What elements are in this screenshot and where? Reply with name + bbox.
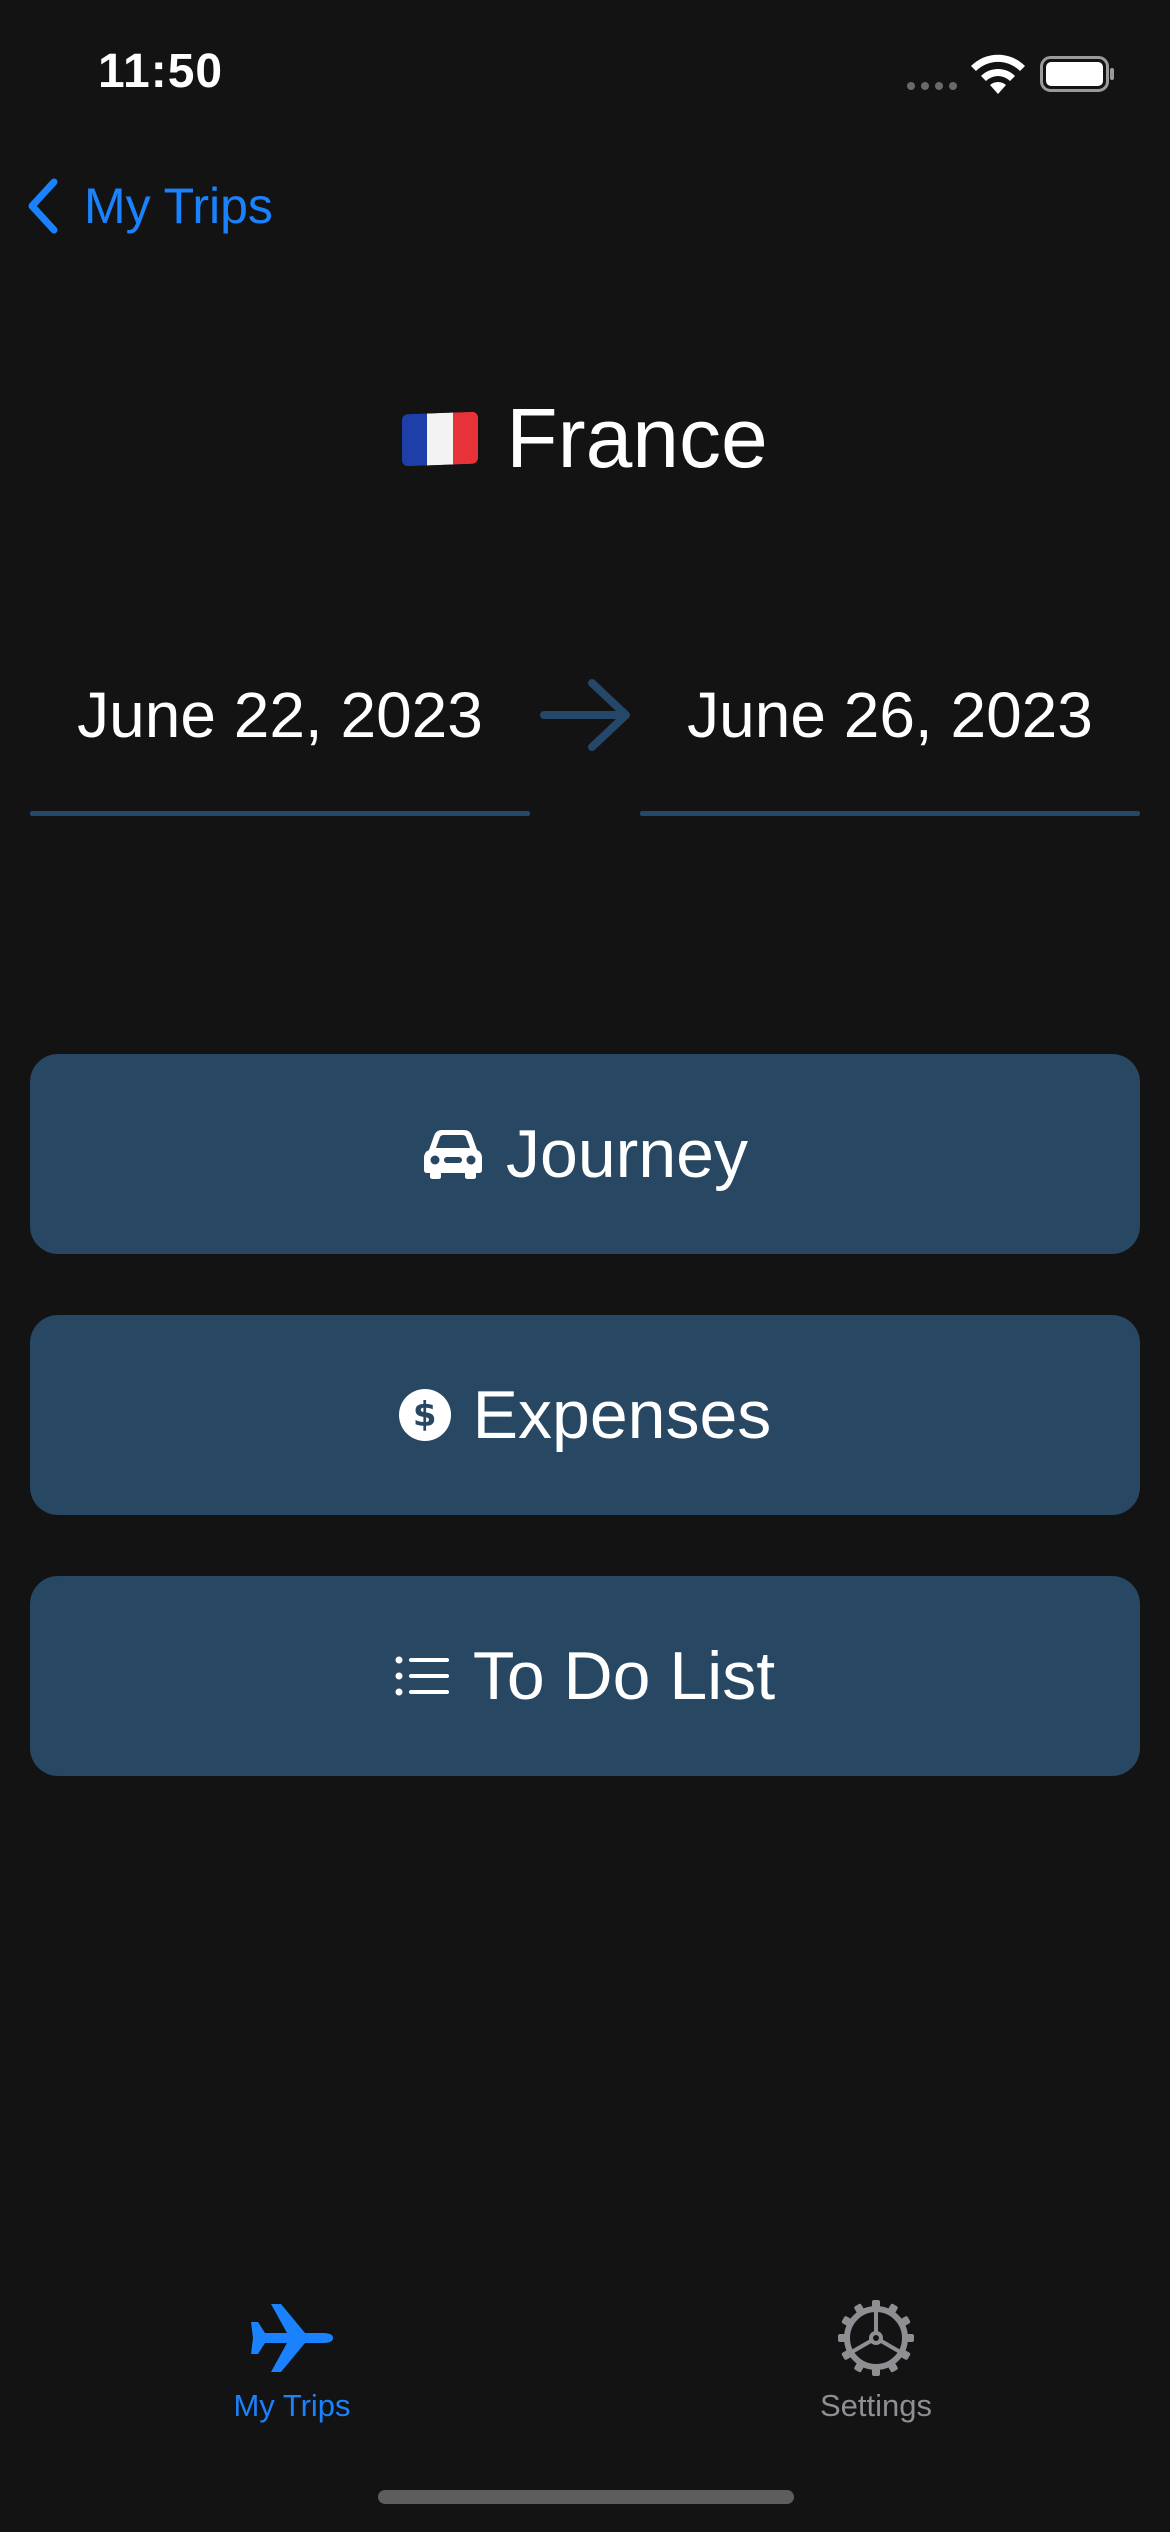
to-do-list-button[interactable]: To Do List xyxy=(30,1576,1140,1776)
trip-title: France xyxy=(0,390,1170,487)
dollar-circle-icon: $ xyxy=(398,1389,451,1441)
car-icon xyxy=(424,1130,483,1179)
cellular-signal-icon xyxy=(907,82,957,90)
tab-my-trips[interactable]: My Trips xyxy=(142,2290,442,2430)
journey-button[interactable]: Journey xyxy=(30,1054,1140,1254)
status-time: 11:50 xyxy=(98,45,224,98)
expenses-button[interactable]: $ Expenses xyxy=(30,1315,1140,1515)
home-indicator[interactable] xyxy=(378,2490,794,2504)
start-date-underline xyxy=(30,811,530,816)
tab-settings[interactable]: Settings xyxy=(726,2290,1026,2430)
expenses-button-label: Expenses xyxy=(472,1377,772,1453)
start-date-field[interactable]: June 22, 2023 xyxy=(30,660,530,816)
airplane-icon xyxy=(251,2304,333,2372)
battery-icon xyxy=(1040,56,1114,92)
tab-settings-label: Settings xyxy=(819,2388,932,2423)
tab-my-trips-label: My Trips xyxy=(233,2388,351,2423)
gear-icon xyxy=(838,2300,914,2376)
arrow-right-icon xyxy=(540,679,630,751)
wifi-icon xyxy=(971,54,1025,94)
chevron-left-icon xyxy=(28,178,58,234)
back-button-label: My Trips xyxy=(84,178,273,234)
france-flag-icon xyxy=(402,411,479,466)
to-do-list-button-label: To Do List xyxy=(472,1638,776,1714)
end-date-text: June 26, 2023 xyxy=(687,679,1093,751)
journey-button-label: Journey xyxy=(506,1116,748,1192)
back-button[interactable]: My Trips xyxy=(24,170,273,242)
trip-detail-screen: 11:50 My Trips France June 22, 2023 June… xyxy=(0,0,1170,2532)
start-date-text: June 22, 2023 xyxy=(77,679,483,751)
end-date-underline xyxy=(640,811,1140,816)
list-icon xyxy=(395,1656,449,1696)
trip-country-name: France xyxy=(506,391,768,485)
end-date-field[interactable]: June 26, 2023 xyxy=(640,660,1140,816)
